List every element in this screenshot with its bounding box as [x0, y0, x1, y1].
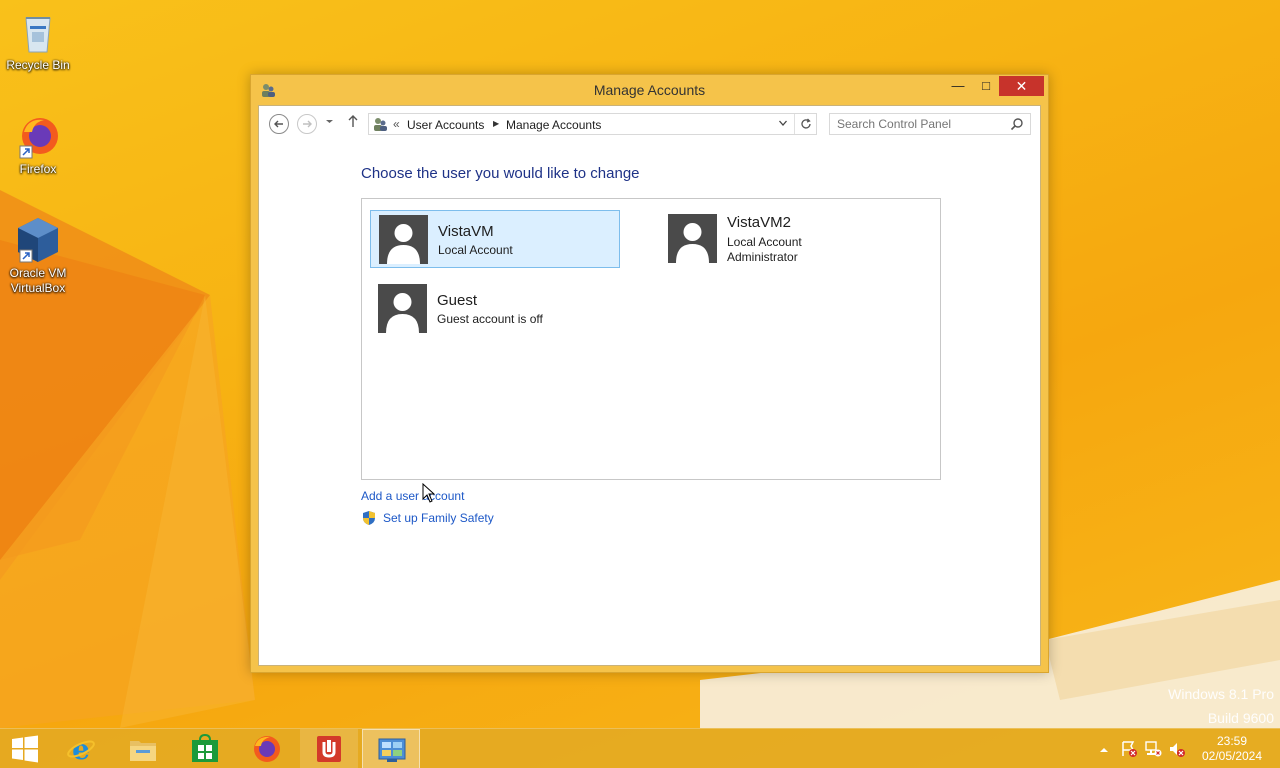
volume-muted-icon[interactable]: [1168, 740, 1186, 758]
system-clock[interactable]: 23:59 02/05/2024: [1196, 734, 1268, 764]
account-name: VistaVM: [438, 223, 494, 240]
account-status: Guest account is off: [437, 312, 543, 326]
start-icon: [12, 735, 38, 763]
user-avatar-icon: [668, 214, 717, 263]
window-title: Manage Accounts: [593, 82, 706, 98]
title-bar[interactable]: Manage Accounts — □ ✕: [251, 75, 1048, 105]
refresh-icon: [800, 118, 811, 129]
taskbar-file-explorer[interactable]: [114, 729, 172, 768]
maximize-button[interactable]: □: [973, 76, 999, 96]
address-dropdown-button[interactable]: [778, 118, 788, 131]
back-arrow-icon: [274, 120, 283, 128]
add-user-account-link[interactable]: Add a user account: [361, 489, 464, 503]
taskbar-store[interactable]: [176, 729, 234, 768]
account-name: VistaVM2: [727, 214, 791, 231]
breadcrumb-overflow[interactable]: «: [393, 117, 400, 131]
refresh-button[interactable]: [794, 114, 816, 134]
internet-explorer-icon: e: [67, 734, 95, 764]
desktop-icon-firefox[interactable]: Firefox: [2, 112, 74, 177]
svg-text:e: e: [72, 734, 90, 764]
manage-accounts-window: Manage Accounts — □ ✕ « User Accounts ▶ …: [250, 74, 1049, 673]
desktop-icon-label: Recycle Bin: [6, 58, 70, 72]
control-panel-icon: [378, 738, 406, 762]
account-type: Local Account: [438, 243, 513, 257]
os-watermark-edition: Windows 8.1 Pro: [1168, 686, 1274, 702]
os-watermark-build: Build 9600: [1207, 710, 1274, 726]
up-arrow-icon: [348, 115, 358, 127]
taskbar-control-panel[interactable]: [362, 729, 420, 768]
forward-button[interactable]: [297, 114, 317, 134]
start-button[interactable]: [0, 729, 50, 768]
window-content: « User Accounts ▶ Manage Accounts Cho: [258, 105, 1041, 666]
system-tray: [1096, 729, 1196, 768]
recycle-bin-icon: [14, 8, 62, 56]
breadcrumb-user-accounts[interactable]: User Accounts: [407, 118, 484, 132]
store-icon: [192, 734, 218, 762]
forward-arrow-icon: [303, 120, 312, 128]
address-bar[interactable]: « User Accounts ▶ Manage Accounts: [368, 113, 817, 135]
virtualbox-icon: [14, 216, 62, 264]
taskbar-internet-explorer[interactable]: e: [52, 729, 110, 768]
chevron-down-icon: [779, 120, 787, 126]
desktop-icon-virtualbox[interactable]: Oracle VM VirtualBox: [2, 216, 74, 296]
desktop-icon-label: Oracle VM VirtualBox: [9, 266, 67, 295]
account-type: Local Account: [727, 235, 802, 249]
desktop-icon-label: Firefox: [19, 162, 57, 176]
file-explorer-icon: [130, 741, 156, 761]
minimize-button[interactable]: —: [945, 76, 971, 96]
taskbar-firefox[interactable]: [238, 729, 296, 768]
firefox-icon: [14, 112, 62, 160]
account-vistavm2[interactable]: VistaVM2 Local Account Administrator: [660, 210, 910, 268]
shield-icon: [363, 511, 375, 525]
taskbar-app[interactable]: [300, 729, 358, 768]
account-role: Administrator: [727, 250, 798, 264]
accounts-list: VistaVM Local Account VistaVM2 Local Acc…: [361, 198, 941, 480]
close-button[interactable]: ✕: [999, 76, 1044, 96]
recent-locations-button[interactable]: [325, 117, 334, 128]
firefox-icon: [254, 736, 280, 762]
taskbar: e 23:59 02/05/2024: [0, 728, 1280, 768]
chevron-down-icon: [326, 120, 333, 123]
user-accounts-icon: [374, 118, 387, 131]
network-icon[interactable]: [1144, 740, 1162, 758]
search-icon[interactable]: [1010, 117, 1024, 131]
page-heading: Choose the user you would like to change: [361, 165, 640, 182]
account-vistavm[interactable]: VistaVM Local Account: [370, 210, 620, 268]
breadcrumb-separator-icon[interactable]: ▶: [493, 119, 499, 128]
action-center-icon[interactable]: [1120, 740, 1138, 758]
user-avatar-icon: [379, 215, 428, 264]
search-box: [829, 113, 1031, 135]
back-button[interactable]: [269, 114, 289, 134]
breadcrumb-manage-accounts[interactable]: Manage Accounts: [506, 118, 601, 132]
navigation-bar: « User Accounts ▶ Manage Accounts: [259, 106, 1040, 144]
account-guest[interactable]: Guest Guest account is off: [370, 280, 620, 338]
app-icon: [317, 736, 341, 762]
up-button[interactable]: [347, 114, 359, 132]
user-avatar-icon: [378, 284, 427, 333]
mouse-cursor-icon: [422, 483, 436, 503]
show-hidden-icons-icon[interactable]: [1099, 745, 1109, 755]
clock-time: 23:59: [1216, 734, 1248, 748]
account-name: Guest: [437, 292, 478, 309]
clock-date: 02/05/2024: [1201, 749, 1263, 763]
search-input[interactable]: [831, 115, 1001, 133]
desktop-icon-recycle-bin[interactable]: Recycle Bin: [2, 8, 74, 73]
family-safety-link[interactable]: Set up Family Safety: [383, 511, 494, 525]
